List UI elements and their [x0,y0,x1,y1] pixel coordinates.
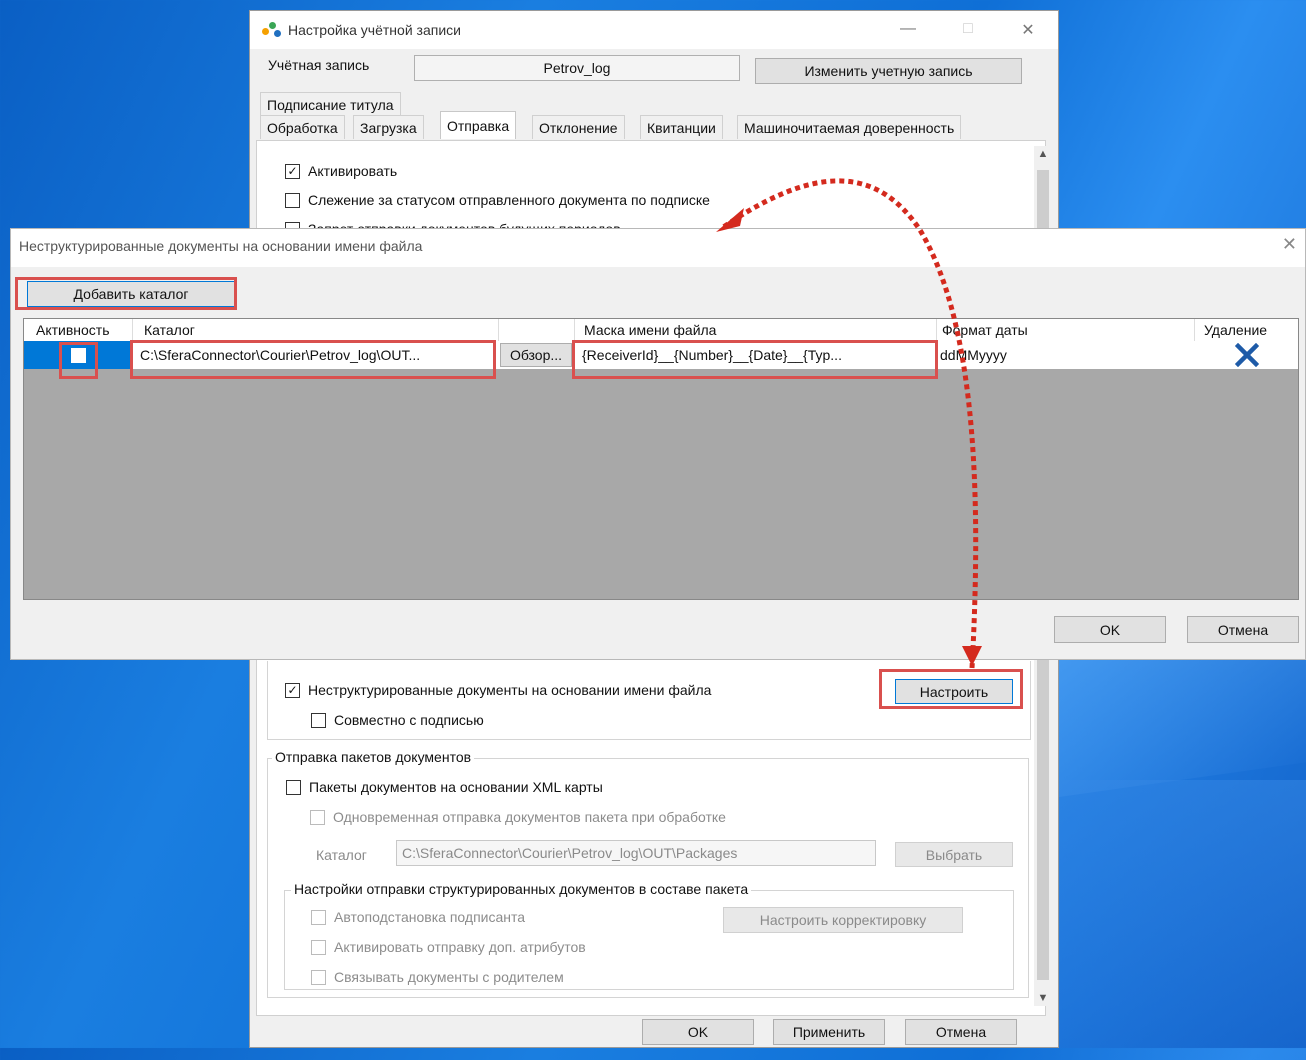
link-parent-option[interactable]: Связывать документы с родителем [311,969,564,985]
highlight-add-catalog [15,277,237,310]
highlight-file-mask [572,340,938,379]
xml-packages-label: Пакеты документов на основании XML карты [309,779,603,795]
ok-button[interactable]: OK [642,1019,754,1045]
window-titlebar: Настройка учётной записи — □ ✕ [250,11,1058,49]
auto-signer-label: Автоподстановка подписанта [334,909,526,925]
tab-machine-readable-poa[interactable]: Машиночитаемая доверенность [737,115,962,139]
status-tracking-checkbox[interactable] [285,192,300,208]
activate-option[interactable]: ✓ Активировать [285,163,397,179]
close-icon[interactable]: ✕ [998,20,1058,40]
apply-button[interactable]: Применить [773,1019,885,1045]
link-parent-checkbox[interactable] [311,969,326,985]
packages-group-title: Отправка пакетов документов [272,749,475,765]
status-tracking-label: Слежение за статусом отправленного докум… [308,192,710,208]
col-active: Активность [36,322,110,338]
xml-packages-checkbox[interactable] [286,779,301,795]
auto-signer-checkbox[interactable] [311,909,326,925]
minimize-icon[interactable]: — [878,20,938,40]
highlight-active-checkbox [59,342,98,379]
change-account-button[interactable]: Изменить учетную запись [755,58,1022,84]
maximize-icon[interactable]: □ [938,20,998,40]
app-icon [262,20,282,40]
packages-group: Отправка пакетов документов Пакеты докум… [267,749,1029,998]
activate-label: Активировать [308,163,398,179]
auto-signer-option[interactable]: Автоподстановка подписанта [311,909,525,925]
delete-cell[interactable] [1196,341,1298,369]
col-mask: Маска имени файла [584,322,717,338]
tab-processing[interactable]: Обработка [260,115,345,139]
extra-attrs-option[interactable]: Активировать отправку доп. атрибутов [311,939,586,955]
structured-group: Настройки отправки структурированных док… [284,881,1014,990]
col-date-format: Формат даты [942,322,1028,338]
activate-checkbox[interactable]: ✓ [285,163,300,179]
dialog-ok-button[interactable]: OK [1054,616,1166,643]
account-field[interactable]: Petrov_log [414,55,740,81]
correction-button[interactable]: Настроить корректировку [723,907,963,933]
status-tracking-option[interactable]: Слежение за статусом отправленного докум… [285,192,710,208]
col-catalog: Каталог [144,322,195,338]
tab-rejection[interactable]: Отклонение [532,115,625,139]
structured-group-title: Настройки отправки структурированных док… [291,881,752,897]
date-format-cell[interactable]: ddMMyyyy [938,341,1192,369]
scroll-down-icon[interactable]: ▼ [1034,992,1052,1004]
xml-packages-option[interactable]: Пакеты документов на основании XML карты [286,779,603,795]
extra-attrs-checkbox[interactable] [311,939,326,955]
dialog-cancel-button[interactable]: Отмена [1187,616,1299,643]
desktop-light-beam-lower [1030,780,1306,1060]
browse-button[interactable]: Обзор... [500,343,572,367]
dialog-close-icon[interactable]: ✕ [1282,234,1297,255]
dialog-title: Неструктурированные документы на основан… [19,238,423,254]
select-button[interactable]: Выбрать [895,842,1013,867]
window-title: Настройка учётной записи [288,22,461,38]
scroll-up-icon[interactable]: ▲ [1034,148,1052,160]
grid-header: Активность Каталог Маска имени файла Фор… [24,319,1298,341]
tab-receipts[interactable]: Квитанции [640,115,723,139]
browse-cell: Обзор... [500,341,574,369]
cancel-button[interactable]: Отмена [905,1019,1017,1045]
account-label: Учётная запись [268,57,370,73]
link-parent-label: Связывать документы с родителем [334,969,564,985]
delete-x-icon[interactable] [1235,343,1259,367]
highlight-configure-button [879,669,1023,709]
account-row: Учётная запись Petrov_log [268,55,740,81]
tab-sending[interactable]: Отправка [440,111,517,139]
highlight-catalog-path [130,340,496,379]
packages-catalog-field[interactable]: C:\SferaConnector\Courier\Petrov_log\OUT… [396,840,876,866]
tab-loading[interactable]: Загрузка [353,115,424,139]
simultaneous-checkbox[interactable] [310,809,325,825]
col-delete: Удаление [1204,322,1268,338]
simultaneous-label: Одновременная отправка документов пакета… [333,809,726,825]
extra-attrs-label: Активировать отправку доп. атрибутов [334,939,586,955]
catalog-label: Каталог [316,847,367,863]
tab-title-signing[interactable]: Подписание титула [260,92,401,116]
simultaneous-option[interactable]: Одновременная отправка документов пакета… [310,809,726,825]
